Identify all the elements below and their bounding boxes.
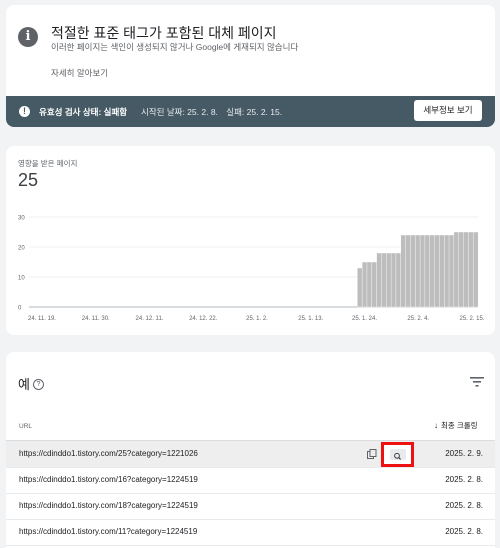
x-tick-label: 25. 1. 2. [246, 316, 268, 322]
bar [424, 234, 431, 308]
learn-more-link[interactable]: 자세히 알아보기 [51, 67, 108, 79]
row-url: https://cdinddo1.tistory.com/18?category… [19, 501, 198, 510]
bar [400, 234, 406, 308]
bar [366, 261, 373, 308]
bar [458, 231, 464, 308]
inspect-url-button[interactable] [390, 449, 406, 460]
info-icon: i [18, 27, 38, 47]
issue-card: i 적절한 표준 태그가 포함된 대체 페이지 이러한 페이지는 색인이 생성되… [6, 5, 495, 127]
bar [376, 252, 382, 308]
validation-started: 시작된 날짜: 25. 2. 8. [141, 107, 218, 117]
table-row[interactable]: https://cdinddo1.tistory.com/16?category… [6, 467, 495, 494]
bar [468, 231, 474, 308]
exclamation-icon: ! [19, 106, 30, 117]
validation-dates: 시작된 날짜: 25. 2. 8. 실패: 25. 2. 15. [141, 106, 288, 118]
bar [463, 231, 469, 308]
row-url: https://cdinddo1.tistory.com/25?category… [19, 449, 198, 458]
search-icon [394, 452, 402, 460]
view-details-button[interactable]: 세부정보 보기 [414, 100, 482, 121]
table-row[interactable]: https://cdinddo1.tistory.com/18?category… [6, 493, 495, 520]
table-row[interactable]: https://cdinddo1.tistory.com/25?category… [6, 441, 495, 468]
bar [448, 234, 455, 308]
validation-status-label: 유효성 검사 상태: 실패함 [39, 107, 128, 117]
row-url: https://cdinddo1.tistory.com/16?category… [19, 475, 198, 484]
bar [357, 267, 363, 308]
x-tick-label: 24. 11. 19. [28, 316, 56, 322]
bar [444, 234, 450, 308]
validation-failed: 실패: 25. 2. 15. [226, 107, 283, 117]
x-tick-label: 25. 2. 4. [407, 316, 429, 322]
bar [395, 252, 402, 308]
row-url: https://cdinddo1.tistory.com/11?category… [19, 527, 198, 536]
x-tick-label: 25. 2. 15. [459, 316, 484, 322]
column-header-last-crawled[interactable]: ↓ 최종 크롤링 [434, 420, 478, 431]
x-tick-label: 24. 12. 11. [136, 316, 164, 322]
examples-card: 예 ? URL ↓ 최종 크롤링 https://cdinddo1.tistory… [6, 352, 495, 548]
y-tick-label: 30 [18, 216, 25, 222]
column-header-url: URL [19, 423, 33, 430]
bar [439, 234, 445, 308]
chart-card: 영향을 받은 페이지 25 0 10 20 30 24. 11. 19. 24. 11. … [6, 146, 495, 335]
x-tick-label: 25. 1. 13. [298, 316, 323, 322]
inspect-url-highlight [381, 442, 414, 467]
issue-description: 이러한 페이지는 색인이 생성되지 않거나 Google에 게재되지 않습니다 [51, 42, 299, 52]
column-header-last-crawled-label: 최종 크롤링 [441, 421, 478, 430]
x-tick-label: 24. 12. 22. [189, 316, 218, 322]
row-date: 2025. 2. 9. [445, 449, 483, 458]
bar [405, 234, 411, 308]
y-tick-label: 20 [18, 246, 25, 252]
bar [381, 252, 387, 308]
x-tick-label: 24. 11. 30. [82, 316, 110, 322]
copy-icon[interactable] [367, 449, 377, 459]
bar [386, 252, 392, 308]
row-date: 2025. 2. 8. [445, 527, 483, 536]
filter-icon[interactable] [470, 377, 484, 387]
table-row[interactable]: https://cdinddo1.tistory.com/11?category… [6, 519, 495, 546]
bar [371, 261, 377, 308]
bar [419, 234, 426, 308]
help-icon[interactable]: ? [33, 379, 44, 390]
y-tick-label: 0 [18, 306, 22, 312]
bar [415, 234, 421, 308]
examples-title: 예 [18, 377, 30, 392]
bar [410, 234, 416, 308]
bar [429, 234, 435, 308]
bar [453, 231, 460, 308]
validation-status-bar: ! 유효성 검사 상태: 실패함 시작된 날짜: 25. 2. 8. 실패: 2… [6, 96, 495, 127]
y-tick-label: 10 [18, 276, 25, 282]
row-date: 2025. 2. 8. [445, 501, 483, 510]
bar [390, 252, 397, 308]
x-tick-label: 25. 1. 24. [352, 316, 377, 322]
bar [472, 231, 479, 308]
issue-title: 적절한 표준 태그가 포함된 대체 페이지 [51, 25, 277, 41]
bar [361, 261, 368, 308]
row-date: 2025. 2. 8. [445, 475, 483, 484]
affected-pages-chart: 0 10 20 30 24. 11. 19. 24. 11. 30. 24. 12. 11.… [18, 216, 485, 323]
sort-down-icon: ↓ [434, 421, 438, 430]
bar [434, 234, 440, 308]
